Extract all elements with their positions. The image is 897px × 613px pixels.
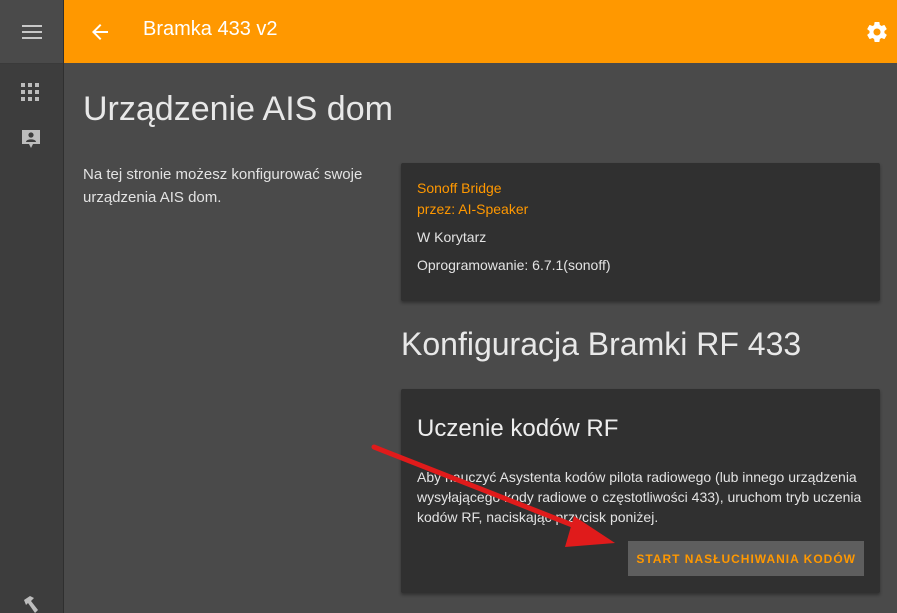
back-button[interactable] bbox=[88, 20, 112, 44]
sidebar-item-developer[interactable] bbox=[20, 594, 42, 613]
sidebar-item-contact[interactable] bbox=[20, 128, 42, 150]
device-manufacturer-link[interactable]: przez: AI-Speaker bbox=[417, 201, 528, 217]
rf-card-title: Uczenie kodów RF bbox=[417, 415, 619, 442]
device-info-card: Sonoff Bridge przez: AI-Speaker W Koryta… bbox=[401, 163, 880, 301]
gear-icon bbox=[867, 22, 887, 43]
section-title: Konfiguracja Bramki RF 433 bbox=[401, 326, 802, 362]
sidebar bbox=[0, 0, 64, 613]
page-title: Urządzenie AIS dom bbox=[83, 90, 393, 128]
top-app-bar: Bramka 433 v2 bbox=[64, 0, 897, 63]
hamburger-menu-icon[interactable] bbox=[21, 24, 42, 40]
apps-grid-icon bbox=[21, 83, 39, 101]
device-area: W Korytarz bbox=[417, 229, 487, 245]
contact-card-icon bbox=[22, 130, 40, 148]
sidebar-item-apps[interactable] bbox=[20, 82, 42, 104]
device-model-link[interactable]: Sonoff Bridge bbox=[417, 180, 502, 196]
arrow-left-icon bbox=[92, 24, 108, 40]
rf-card-text: Aby nauczyć Asystenta kodów pilota radio… bbox=[417, 469, 862, 525]
page-description: Na tej stronie możesz konfigurować swoje… bbox=[83, 166, 363, 206]
menu-button[interactable] bbox=[0, 0, 63, 64]
device-firmware: Oprogramowanie: 6.7.1(sonoff) bbox=[417, 257, 611, 273]
settings-button[interactable] bbox=[865, 20, 889, 44]
hammer-icon bbox=[24, 596, 38, 613]
start-listening-button[interactable]: START NASŁUCHIWANIA KODÓW bbox=[628, 541, 864, 576]
app-title: Bramka 433 v2 bbox=[143, 18, 278, 40]
app-window: Bramka 433 v2 Urządzenie AIS dom Na tej … bbox=[0, 0, 897, 613]
rf-learning-card: Uczenie kodów RF Aby nauczyć Asystenta k… bbox=[401, 389, 880, 593]
